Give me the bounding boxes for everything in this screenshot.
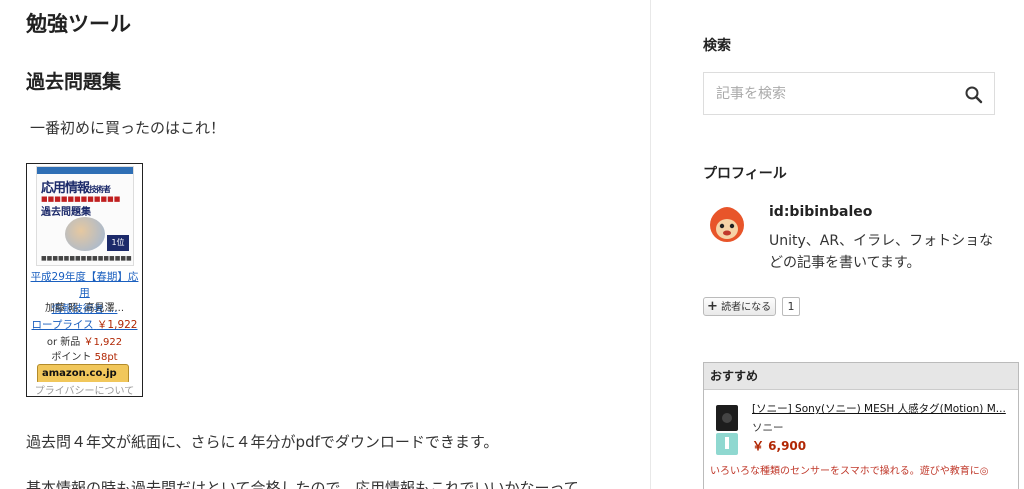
cover-illustration <box>65 217 105 251</box>
paragraph-3: 基本情報の時も過去問だけといて合格したので、応用情報もこれでいいかなーって <box>26 479 579 489</box>
amazon-buy-button[interactable]: amazon.co.jp <box>37 364 129 384</box>
profile-heading: プロフィール <box>703 166 787 182</box>
cover-footer: ■■■■■■■■■■■■■■■■ <box>41 255 132 262</box>
section-heading: 過去問題集 <box>26 71 122 93</box>
search-icon[interactable] <box>964 85 984 105</box>
new-price: or 新品 ￥1,922 <box>46 337 123 348</box>
search-form <box>703 72 995 115</box>
cover-title-2: 過去問題集 <box>41 207 91 218</box>
profile-id-link[interactable]: id:bibinbaleo <box>769 204 872 220</box>
recommend-product-link[interactable]: [ソニー] Sony(ソニー) MESH 人感タグ(Motion) M... <box>752 401 1014 416</box>
subscribe-label: 読者になる <box>721 302 772 313</box>
cover-band <box>37 167 133 174</box>
search-input[interactable] <box>716 81 956 107</box>
search-heading: 検索 <box>703 38 731 54</box>
sidebar: 検索 プロフィール id:bibinbaleo Unity、AR、イラレ、フォト… <box>651 0 1024 489</box>
recommend-price: ￥ 6,900 <box>752 439 807 453</box>
privacy-link[interactable]: プライバシーについて <box>27 382 142 396</box>
subscribe-button[interactable]: + 読者になる <box>703 297 777 316</box>
cover-title: 応用情報技術者 <box>41 181 111 196</box>
cover-subtitle: ■■■■■■■■■■■■ <box>41 195 121 203</box>
recommend-widget: おすすめ [ソニー] Sony(ソニー) MESH 人感タグ(Motion) M… <box>703 362 1019 489</box>
lowprice-link[interactable]: ロープライス ￥1,922 <box>27 317 142 332</box>
cover-badge: 1位 <box>107 235 129 251</box>
amazon-product-widget[interactable]: 応用情報技術者 ■■■■■■■■■■■■ 過去問題集 1位 ■■■■■■■■■■… <box>26 163 143 397</box>
plus-icon: + <box>707 299 718 314</box>
profile-description: Unity、AR、イラレ、フォトショなどの記事を書いてます。 <box>769 233 994 271</box>
book-cover-image[interactable]: 応用情報技術者 ■■■■■■■■■■■■ 過去問題集 1位 ■■■■■■■■■■… <box>36 166 134 266</box>
blog-title[interactable]: 勉強ツール <box>26 8 131 38</box>
product-author: 加藤 昭, 高見澤... <box>44 303 125 314</box>
paragraph-2: 過去問４年文が紙面に、さらに４年分がpdfでダウンロードできます。 <box>26 433 499 451</box>
main-content: 勉強ツール 過去問題集 一番初めに買ったのはこれ！ 応用情報技術者 ■■■■■■… <box>0 0 650 489</box>
point-value: ポイント 58pt <box>51 352 118 363</box>
avatar[interactable] <box>707 203 747 247</box>
subscriber-count: 1 <box>782 297 800 316</box>
recommend-description: いろいろな種類のセンサーをスマホで操れる。遊びや教育に◎ <box>710 466 989 477</box>
intro-paragraph: 一番初めに買ったのはこれ！ <box>30 119 226 137</box>
recommend-heading: おすすめ <box>704 363 1018 390</box>
recommend-maker: ソニー <box>752 422 784 434</box>
product-image[interactable] <box>714 403 740 457</box>
